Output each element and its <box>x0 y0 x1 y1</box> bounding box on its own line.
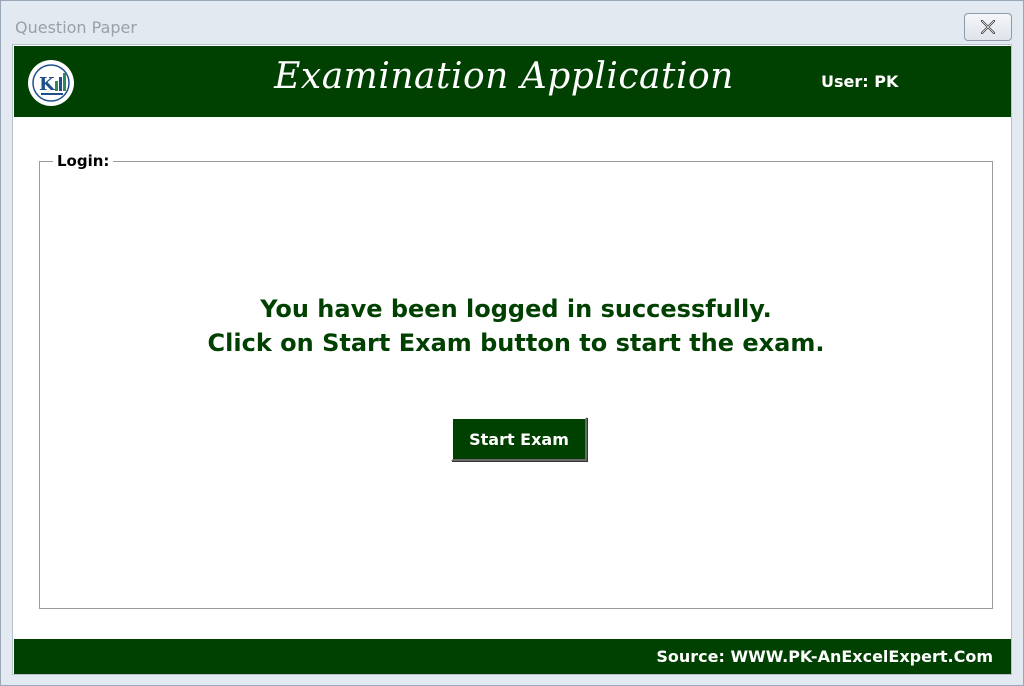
app-window: Question Paper K Examination Application <box>0 0 1024 686</box>
footer-bar: Source: WWW.PK-AnExcelExpert.Com <box>14 639 1011 674</box>
source-text: Source: WWW.PK-AnExcelExpert.Com <box>656 647 993 666</box>
close-x-icon <box>980 20 996 34</box>
header-bar: K Examination Application User: PK <box>14 46 1011 117</box>
success-message: You have been logged in successfully. <box>260 295 772 323</box>
instruction-message: Click on Start Exam button to start the … <box>207 329 825 357</box>
window-titlebar[interactable]: Question Paper <box>1 1 1023 43</box>
start-exam-button[interactable]: Start Exam <box>451 417 587 461</box>
window-title: Question Paper <box>15 18 137 37</box>
user-label: User: PK <box>821 72 899 91</box>
svg-text:K: K <box>39 74 56 95</box>
login-frame <box>39 161 993 609</box>
form-client-area: K Examination Application User: PK Login… <box>12 44 1012 675</box>
pk-logo-icon: K <box>28 60 74 106</box>
app-title: Examination Application <box>274 56 734 97</box>
close-button[interactable] <box>964 13 1012 41</box>
login-frame-label: Login: <box>53 152 114 170</box>
